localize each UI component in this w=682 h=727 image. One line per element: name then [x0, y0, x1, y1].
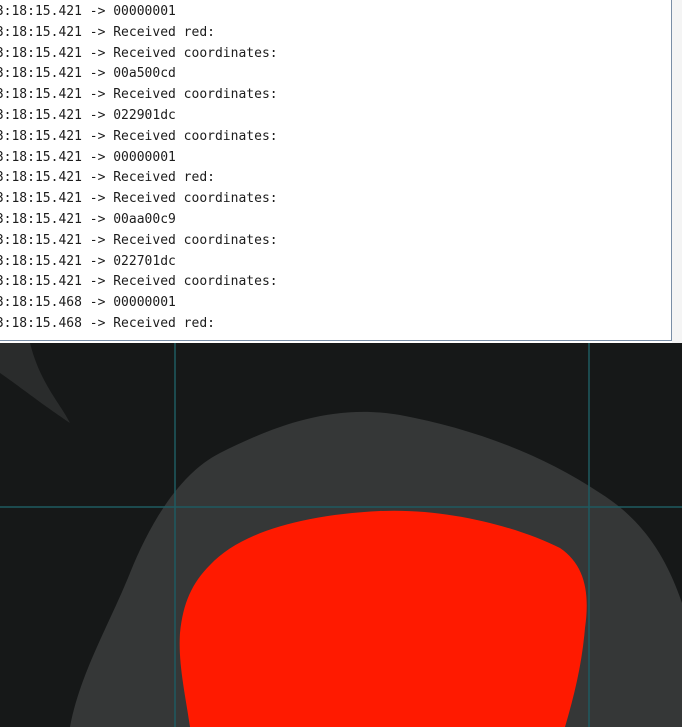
log-line: 23:18:15.421 -> 00000001	[0, 2, 658, 23]
log-line: 23:18:15.468 -> 00000001	[0, 293, 658, 314]
camera-view	[0, 343, 682, 727]
log-line: 23:18:15.421 -> Received coordinates:	[0, 127, 658, 148]
log-line: 23:18:15.421 -> 022701dc	[0, 252, 658, 273]
log-line: 23:18:15.421 -> Received coordinates:	[0, 189, 658, 210]
log-line: 23:18:15.421 -> Received coordinates:	[0, 272, 658, 293]
log-arrow: ->	[89, 87, 106, 103]
log-message: 00000001	[113, 149, 176, 165]
log-timestamp: 23:18:15.421	[0, 66, 82, 82]
log-arrow: ->	[89, 191, 106, 207]
log-line: 23:18:15.421 -> Received coordinates:	[0, 231, 658, 252]
log-timestamp: 23:18:15.421	[0, 4, 82, 19]
log-message: Received coordinates:	[113, 45, 278, 61]
camera-frame	[0, 343, 682, 727]
log-line: 23:18:15.421 -> 00aa00c9	[0, 210, 658, 231]
log-message: Received coordinates:	[113, 128, 278, 144]
window-edge	[672, 0, 682, 343]
log-timestamp: 23:18:15.421	[0, 211, 82, 227]
log-timestamp: 23:18:15.421	[0, 253, 82, 269]
log-arrow: ->	[89, 66, 106, 82]
log-arrow: ->	[89, 232, 106, 248]
log-arrow: ->	[89, 128, 106, 144]
log-lines: 23:18:15.421 -> 0000000123:18:15.421 -> …	[0, 2, 658, 335]
log-arrow: ->	[89, 170, 106, 186]
log-timestamp: 23:18:15.421	[0, 128, 82, 144]
log-timestamp: 23:18:15.421	[0, 191, 82, 207]
log-arrow: ->	[89, 253, 106, 269]
log-arrow: ->	[89, 107, 106, 123]
log-timestamp: 23:18:15.468	[0, 315, 82, 331]
log-line: 23:18:15.421 -> 00a500cd	[0, 64, 658, 85]
log-arrow: ->	[89, 211, 106, 227]
log-message: 00000001	[113, 4, 176, 19]
log-timestamp: 23:18:15.421	[0, 45, 82, 61]
log-line: 23:18:15.421 -> 00000001	[0, 148, 658, 169]
log-timestamp: 23:18:15.421	[0, 87, 82, 103]
log-line: 23:18:15.421 -> Received coordinates:	[0, 44, 658, 65]
log-message: Received red:	[113, 315, 215, 331]
log-line: 23:18:15.421 -> 022901dc	[0, 106, 658, 127]
log-timestamp: 23:18:15.421	[0, 232, 82, 248]
log-timestamp: 23:18:15.421	[0, 149, 82, 165]
log-line: 23:18:15.468 -> Received red:	[0, 314, 658, 335]
log-arrow: ->	[89, 149, 106, 165]
log-timestamp: 23:18:15.421	[0, 274, 82, 290]
red-object-blob	[179, 510, 587, 727]
log-message: 00aa00c9	[113, 211, 176, 227]
log-timestamp: 23:18:15.421	[0, 24, 82, 40]
log-timestamp: 23:18:15.421	[0, 107, 82, 123]
log-arrow: ->	[89, 45, 106, 61]
log-line: 23:18:15.421 -> Received red:	[0, 23, 658, 44]
log-message: Received red:	[113, 24, 215, 40]
log-message: 022901dc	[113, 107, 176, 123]
log-arrow: ->	[89, 315, 106, 331]
log-message: Received coordinates:	[113, 232, 278, 248]
log-timestamp: 23:18:15.421	[0, 170, 82, 186]
log-message: 022701dc	[113, 253, 176, 269]
log-timestamp: 23:18:15.468	[0, 295, 82, 311]
log-message: Received coordinates:	[113, 191, 278, 207]
log-arrow: ->	[89, 24, 106, 40]
log-message: 00000001	[113, 295, 176, 311]
log-message: Received coordinates:	[113, 274, 278, 290]
log-arrow: ->	[89, 295, 106, 311]
serial-monitor-output[interactable]: 23:18:15.421 -> 0000000123:18:15.421 -> …	[0, 0, 672, 341]
log-arrow: ->	[89, 4, 106, 19]
log-message: Received red:	[113, 170, 215, 186]
log-line: 23:18:15.421 -> Received coordinates:	[0, 85, 658, 106]
log-line: 23:18:15.421 -> Received red:	[0, 168, 658, 189]
log-arrow: ->	[89, 274, 106, 290]
log-message: Received coordinates:	[113, 87, 278, 103]
log-message: 00a500cd	[113, 66, 176, 82]
